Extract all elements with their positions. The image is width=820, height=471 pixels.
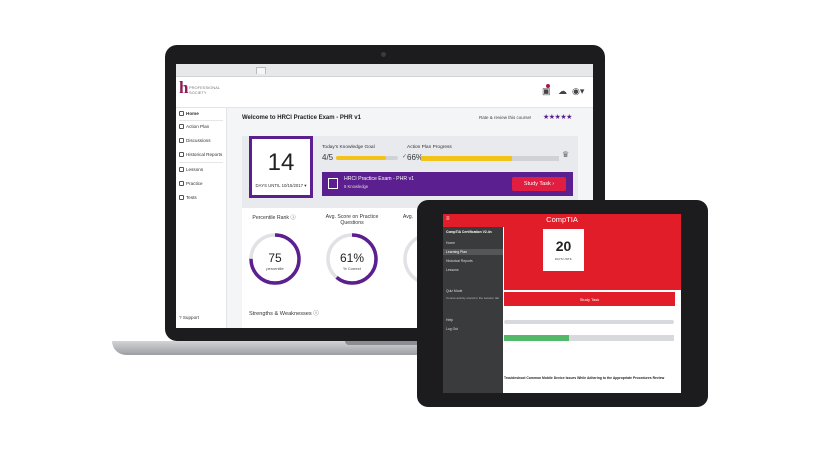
- inbox-icon[interactable]: ▣: [542, 86, 551, 97]
- knowledge-goal-label: Today's Knowledge Goal: [322, 145, 375, 150]
- activity-note: Course activity stored in the session ta…: [446, 296, 500, 300]
- sidebar-item-historical-reports[interactable]: Historical Reports: [179, 152, 222, 157]
- comptia-brand: CompTIA: [546, 215, 578, 224]
- sidebar-item-label: Practice: [186, 181, 203, 186]
- browser-toolbar: [176, 64, 593, 77]
- tablet-study-task-button[interactable]: Study Task: [504, 292, 675, 306]
- tablet-days-label[interactable]: DAYS UNTIL: [543, 257, 584, 261]
- exam-countdown-card: 14 DAYS UNTIL 10/15/2017 ▾: [249, 136, 313, 198]
- action-plan-label: Action Plan Progress: [407, 145, 452, 150]
- laptop-camera: [381, 52, 386, 57]
- days-remaining: 14: [267, 149, 295, 176]
- chevron-down-icon: ▾: [304, 183, 307, 188]
- study-task-button[interactable]: Study Task ›: [512, 177, 566, 191]
- user-icon[interactable]: ◉▾: [572, 86, 584, 97]
- tablet-screen: CompTIA ≡ CompTIA Certification V2.4n Ho…: [443, 214, 681, 393]
- study-task-label: Study Task: [523, 181, 551, 187]
- action-plan-fill: [421, 156, 513, 161]
- course-banner: HRCI Practice Exam - PHR v1 8 Knowledge …: [322, 172, 573, 196]
- divider: [179, 162, 223, 163]
- support-label: Support: [182, 315, 199, 320]
- sidebar-item-practice[interactable]: Practice: [179, 181, 203, 186]
- sidebar-item-label: Home: [186, 111, 199, 116]
- rating-stars[interactable]: ★★★★★: [543, 113, 572, 121]
- sidebar-item-tests[interactable]: Tests: [179, 195, 197, 200]
- tablet-lesson-title: Troubleshoot Common Mobile Device Issues…: [504, 376, 665, 380]
- sidebar-item-lessons[interactable]: Lessons: [179, 167, 203, 172]
- help-icon: ?: [179, 315, 182, 320]
- days-until-label[interactable]: DAYS UNTIL 10/15/2017 ▾: [252, 183, 310, 189]
- course-title: CompTIA Certification V2.4n: [446, 230, 492, 234]
- tablet-nav-historical-reports[interactable]: Historical Reports: [446, 259, 473, 263]
- tablet-countdown-card: 20 DAYS UNTIL: [543, 229, 584, 271]
- divider: [179, 120, 223, 121]
- rate-review-text: Rate & review this course!: [479, 115, 532, 120]
- book-icon: [179, 167, 184, 172]
- tablet-nav-log-out[interactable]: Log Out: [446, 327, 458, 331]
- tablet-nav-quiz-mode[interactable]: Quiz Mode: [446, 289, 462, 293]
- tablet-hero: [504, 227, 681, 290]
- tablet-nav-home[interactable]: Home: [446, 241, 455, 245]
- menu-icon[interactable]: ≡: [446, 216, 450, 222]
- laptop-notch: [345, 341, 425, 345]
- tablet-nav-help[interactable]: Help: [446, 318, 453, 322]
- avg-score-label: Avg. Score on Practice Questions: [325, 214, 379, 226]
- tablet-sidebar: CompTIA Certification V2.4n Home Learnin…: [443, 227, 503, 393]
- browser-tab[interactable]: [256, 67, 266, 74]
- chevron-right-icon: ›: [552, 181, 555, 187]
- knowledge-goal-value: 4/5: [322, 153, 334, 162]
- trophy-icon: ♛: [562, 150, 570, 159]
- tablet-nav-learning-plan[interactable]: Learning Plan: [446, 250, 467, 254]
- third-stat-label: Avg.: [402, 214, 414, 220]
- home-icon: [179, 111, 184, 116]
- chat-icon: [179, 138, 184, 143]
- support-link[interactable]: ? Support: [179, 315, 199, 320]
- sidebar-item-home[interactable]: Home: [179, 111, 199, 116]
- tablet-header: CompTIA ≡: [443, 214, 681, 227]
- percentile-value: 75: [268, 251, 282, 265]
- strengths-weaknesses-label: Strengths & Weaknesses ⓘ: [249, 309, 319, 317]
- knowledge-goal-fill: [336, 156, 386, 160]
- banner-title: HRCI Practice Exam - PHR v1: [344, 176, 415, 182]
- info-icon: ⓘ: [290, 215, 296, 221]
- sidebar-item-label: Historical Reports: [186, 152, 223, 157]
- tablet-goal-bar: [504, 320, 674, 324]
- avg-score-unit: % Correct: [343, 266, 362, 271]
- logo-mark: h: [179, 78, 189, 97]
- test-icon: [179, 195, 184, 200]
- percentile-unit: percentile: [266, 266, 284, 271]
- percentile-rank-label: Percentile Rank ⓘ: [244, 214, 304, 221]
- book-icon: [328, 178, 338, 189]
- sidebar-item-label: Tests: [186, 195, 197, 200]
- info-icon: ⓘ: [313, 311, 319, 317]
- cloud-icon[interactable]: ☁: [558, 86, 567, 97]
- page-title: Welcome to HRCI Practice Exam - PHR v1: [242, 115, 361, 121]
- sidebar-item-discussions[interactable]: Discussions: [179, 138, 211, 143]
- banner-subtitle: 8 Knowledge: [344, 184, 369, 189]
- days-until-text: DAYS UNTIL 10/15/2017: [255, 183, 304, 188]
- sidebar-item-label: Discussions: [186, 138, 211, 143]
- hrci-logo[interactable]: h PROFESSIONAL SOCIETY: [179, 78, 220, 103]
- percentile-rank-text: Percentile Rank: [252, 215, 289, 221]
- sidebar: Home Action Plan Discussions Historical …: [176, 108, 227, 328]
- tablet-days-remaining: 20: [555, 238, 572, 254]
- plan-icon: [179, 124, 184, 129]
- tablet-progress-fill: [504, 335, 569, 341]
- avg-score-gauge: 61% % Correct: [326, 233, 378, 285]
- tablet-nav-lessons[interactable]: Lessons: [446, 268, 459, 272]
- strengths-weaknesses-text: Strengths & Weaknesses: [249, 311, 312, 317]
- sidebar-item-action-plan[interactable]: Action Plan: [179, 124, 209, 129]
- percentile-gauge: 75 percentile: [249, 233, 301, 285]
- logo-text: PROFESSIONAL SOCIETY: [189, 85, 220, 95]
- app-header: [176, 77, 593, 108]
- sidebar-item-label: Action Plan: [186, 124, 210, 129]
- report-icon: [179, 152, 184, 157]
- sidebar-item-label: Lessons: [186, 167, 204, 172]
- avg-score-value: 61%: [340, 251, 364, 265]
- practice-icon: [179, 181, 184, 186]
